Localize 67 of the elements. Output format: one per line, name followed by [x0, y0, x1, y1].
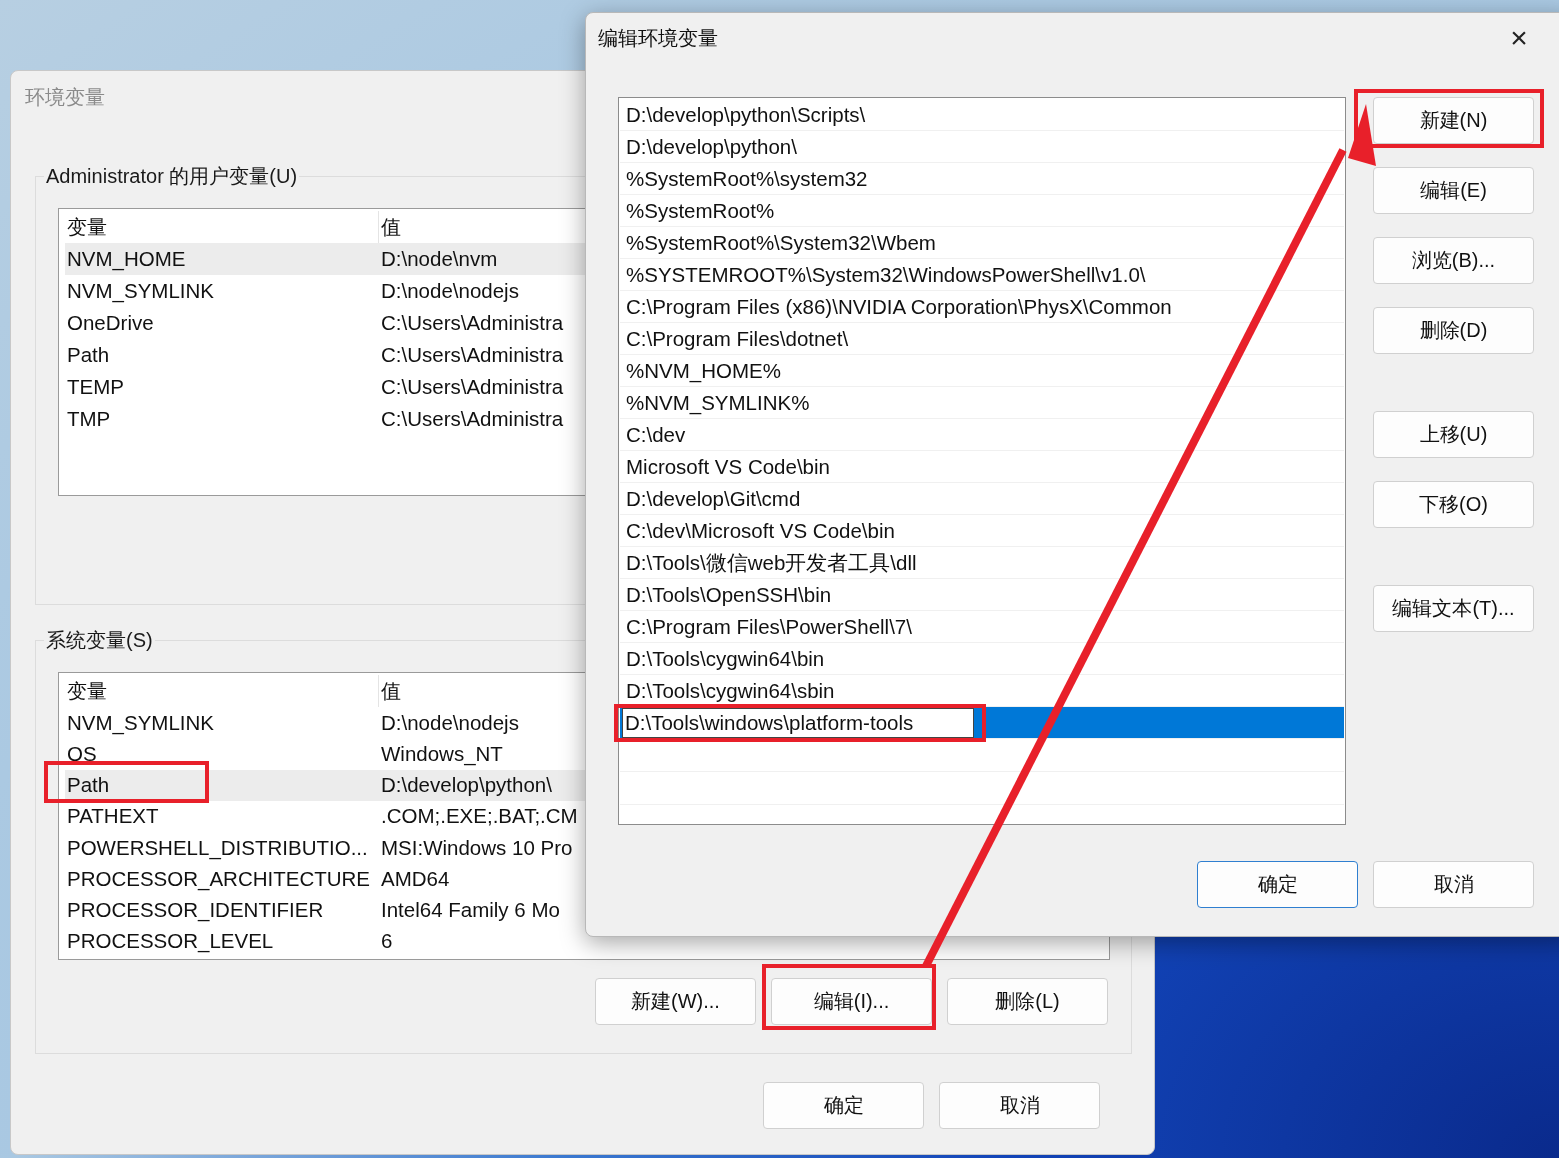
dialog-button[interactable]: 删除(D)	[1373, 307, 1534, 354]
dialog-button[interactable]: 取消	[1373, 861, 1534, 908]
variable-name: Path	[66, 343, 110, 367]
variable-value: C:\Users\Administra	[380, 407, 564, 431]
variable-value: C:\Users\Administra	[380, 343, 564, 367]
close-button[interactable]: ×	[1504, 21, 1534, 55]
path-text: D:\Tools\OpenSSH\bin	[626, 582, 832, 607]
variable-name: PATHEXT	[66, 804, 159, 829]
variable-value: MSI:Windows 10 Pro	[380, 835, 573, 860]
variable-name: TMP	[66, 407, 111, 431]
dialog-button[interactable]: 取消	[939, 1082, 1100, 1129]
group-title: 系统变量(S)	[45, 628, 154, 653]
path-text: D:\develop\Git\cmd	[626, 486, 801, 511]
dialog-button[interactable]: 新建(W)...	[595, 978, 756, 1025]
variable-name: NVM_SYMLINK	[66, 710, 214, 735]
path-text: %SystemRoot%\system32	[626, 166, 868, 191]
variable-value: D:\node\nvm	[380, 247, 498, 271]
variable-value: 6	[380, 929, 393, 954]
dialog-button[interactable]: 下移(O)	[1373, 481, 1534, 528]
path-text: D:\Tools\微信web开发者工具\dll	[626, 549, 917, 576]
path-text: C:\Program Files (x86)\NVIDIA Corporation\PhysX\Common	[626, 294, 1172, 319]
dialog-button[interactable]: 编辑文本(T)...	[1373, 585, 1534, 632]
path-entry[interactable]: D:\Tools\windows\platform-tools	[620, 707, 1344, 739]
dialog-button[interactable]: 新建(N)	[1373, 97, 1534, 144]
path-input[interactable]: D:\Tools\windows\platform-tools	[622, 707, 974, 738]
path-text: D:\develop\python\	[626, 134, 797, 159]
dialog-title: 编辑环境变量	[598, 25, 718, 51]
dialog-button[interactable]: 确定	[763, 1082, 924, 1129]
path-text: D:\develop\python\Scripts\	[626, 102, 866, 127]
variable-value: C:\Users\Administra	[380, 375, 564, 399]
path-text: D:\Tools\cygwin64\bin	[626, 646, 825, 671]
variable-name: OS	[66, 741, 97, 766]
window-title: 环境变量	[25, 84, 105, 110]
variable-name: PROCESSOR_IDENTIFIER	[66, 898, 324, 923]
group-title: Administrator 的用户变量(U)	[45, 164, 299, 189]
variable-value: Windows_NT	[380, 741, 503, 766]
variable-name: PROCESSOR_LEVEL	[66, 929, 274, 954]
path-text: %SystemRoot%	[626, 198, 775, 223]
variable-name: PROCESSOR_ARCHITECTURE	[66, 866, 370, 891]
dialog-button[interactable]: 删除(L)	[947, 978, 1108, 1025]
path-text: C:\Program Files\dotnet\	[626, 326, 849, 351]
variable-name: TEMP	[66, 375, 124, 399]
dialog-button[interactable]: 编辑(E)	[1373, 167, 1534, 214]
variable-value: D:\develop\python\	[380, 773, 552, 798]
dialog-button[interactable]: 确定	[1197, 861, 1358, 908]
dialog-button[interactable]: 编辑(I)...	[771, 978, 932, 1025]
variable-name: NVM_HOME	[66, 247, 186, 271]
variable-name: NVM_SYMLINK	[66, 279, 214, 303]
variable-name: Path	[66, 773, 110, 798]
path-text: C:\Program Files\PowerShell\7\	[626, 614, 912, 639]
dialog-button[interactable]: 浏览(B)...	[1373, 237, 1534, 284]
path-text: Microsoft VS Code\bin	[626, 454, 830, 479]
variable-value: Intel64 Family 6 Mo	[380, 898, 560, 923]
column-header[interactable]: 变量	[65, 675, 379, 707]
variable-value: D:\node\nodejs	[380, 710, 519, 735]
variable-name: OneDrive	[66, 311, 154, 335]
variable-value: .COM;.EXE;.BAT;.CM	[380, 804, 578, 829]
variable-value: C:\Users\Administra	[380, 311, 564, 335]
variable-value: AMD64	[380, 866, 450, 891]
path-text: C:\dev\Microsoft VS Code\bin	[626, 518, 895, 543]
path-text: %NVM_HOME%	[626, 358, 781, 383]
path-text: %NVM_SYMLINK%	[626, 390, 810, 415]
path-text: C:\dev	[626, 422, 686, 447]
dialog-button[interactable]: 上移(U)	[1373, 411, 1534, 458]
path-text: D:\Tools\cygwin64\sbin	[626, 678, 835, 703]
variable-value: D:\node\nodejs	[380, 279, 519, 303]
variable-name: POWERSHELL_DISTRIBUTIO...	[66, 835, 368, 860]
